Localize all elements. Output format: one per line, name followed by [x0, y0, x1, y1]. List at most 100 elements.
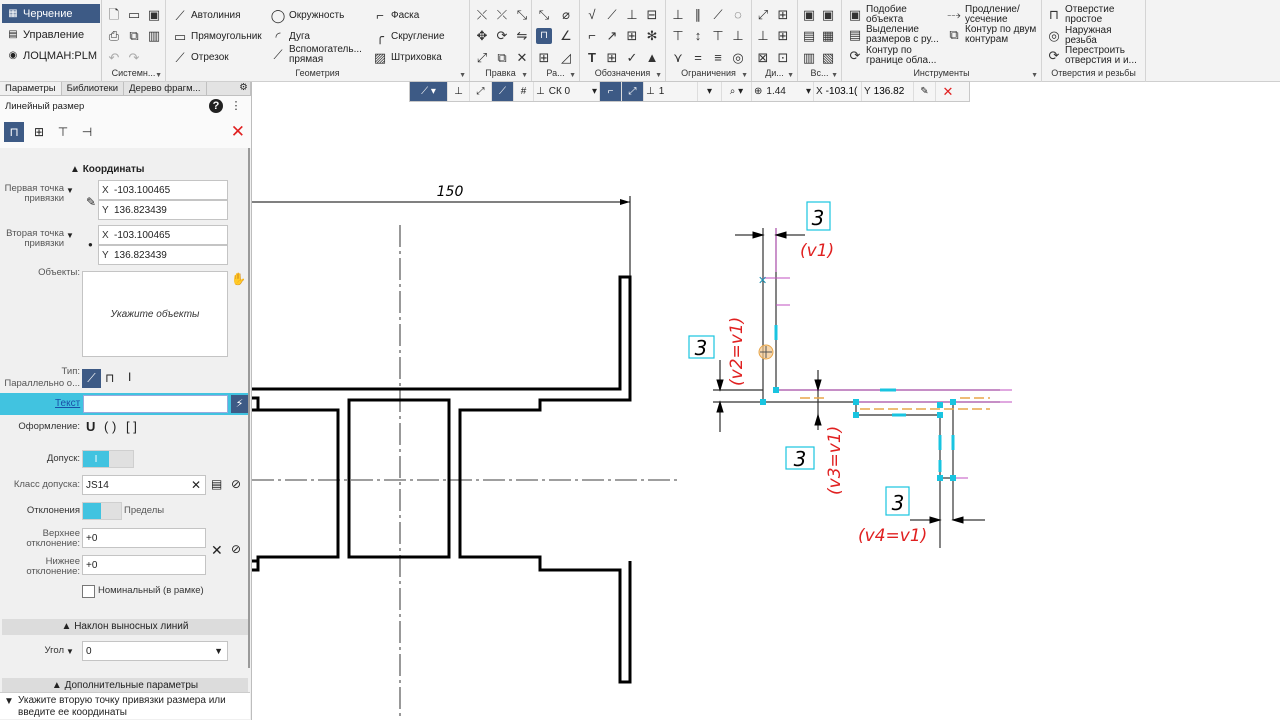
hide-button[interactable]: ⤢	[622, 82, 644, 101]
chevron-down-icon[interactable]: ▼	[66, 186, 74, 195]
diag-button-1[interactable]: ⤢	[755, 7, 771, 23]
paste-button[interactable]: ▥	[146, 28, 162, 44]
segment-button[interactable]: ⟋ Отрезок	[172, 50, 228, 66]
table-button[interactable]: ⊞	[624, 28, 640, 44]
point1-y-field[interactable]: Y 136.823439	[98, 200, 228, 220]
ortho-button[interactable]: ⊥	[448, 82, 470, 101]
mid-button[interactable]: ≡	[710, 50, 726, 66]
delete-button[interactable]: ✕	[514, 50, 530, 66]
section-line-button[interactable]: ⌐	[584, 28, 600, 44]
trim-button[interactable]: ⤬	[474, 7, 490, 23]
type-horizontal-button[interactable]: ⊓	[105, 371, 114, 385]
diag-button-2[interactable]: ⊞	[775, 7, 791, 23]
text-link[interactable]: Текст	[55, 398, 80, 409]
angle-select[interactable]: 0 ▼	[82, 641, 228, 661]
chevron-down-icon[interactable]: ▼	[741, 72, 748, 79]
rotate-button[interactable]: ⟳	[494, 28, 510, 44]
symbol-button[interactable]: ✻	[644, 28, 660, 44]
open-button[interactable]: ▭	[126, 7, 142, 23]
dim-angle-button[interactable]: ∠	[558, 28, 574, 44]
simple-hole-button[interactable]: ⊓ Отверстие простое	[1046, 5, 1144, 25]
text-input[interactable]	[83, 395, 228, 413]
size-label-1[interactable]: 3	[806, 201, 831, 231]
tangent-button[interactable]: ◌	[730, 7, 746, 23]
dim-linear-button[interactable]: ⊓	[536, 28, 552, 44]
horizontal-button[interactable]: ⊤	[670, 28, 686, 44]
symmetry-button[interactable]: ⊥	[730, 28, 746, 44]
objects-box[interactable]: Укажите объекты	[82, 271, 228, 357]
fix-button[interactable]: ⊥	[670, 7, 686, 23]
pin-icon[interactable]: ✎	[86, 195, 96, 209]
scale-button[interactable]: ⤢	[474, 50, 490, 66]
align-button[interactable]: ⊞	[604, 50, 620, 66]
perpendicular-button[interactable]: ⊤	[710, 28, 726, 44]
drawing-canvas[interactable]: 150 ✕ 3 3 3 3 (v1) (v2=v1) (v3=v1) (v4=v…	[252, 102, 1280, 720]
size-label-4[interactable]: 3	[885, 486, 910, 516]
chevron-down-icon[interactable]: ▼	[521, 72, 528, 79]
upper-deviation-field[interactable]: +0	[82, 528, 206, 548]
brackets-option[interactable]: ( )	[104, 419, 116, 434]
leader-button[interactable]: ⟋	[604, 7, 620, 23]
type-vertical-button[interactable]: I	[128, 370, 131, 384]
dimension-150[interactable]: 150	[252, 184, 631, 276]
linear-dimension-type-button[interactable]: ⊓	[4, 122, 24, 142]
boundary-contour-button[interactable]: ⟳ Контур по границе обла...	[847, 46, 943, 66]
local-snap-button[interactable]: ⤢	[470, 82, 492, 101]
lightning-icon[interactable]: ⚡	[231, 395, 248, 413]
dim-radius-button[interactable]: ◿	[558, 50, 574, 66]
copy-button[interactable]: ⧉	[126, 28, 142, 44]
snap-button[interactable]: ⟋ ▾	[410, 82, 448, 101]
undo-button[interactable]: ↶	[106, 50, 122, 66]
dimension-break-button[interactable]: ⊣	[77, 122, 97, 142]
x-coordinate-input[interactable]	[825, 86, 864, 97]
swap-icon[interactable]: ✕	[211, 542, 223, 559]
move-button[interactable]: ✥	[474, 28, 490, 44]
text-button[interactable]: T	[584, 50, 600, 66]
aux-line-button[interactable]: ⟋ Вспомогатель... прямая	[270, 45, 366, 65]
chevron-down-icon[interactable]: ▼	[569, 72, 576, 79]
base-button[interactable]: ⊥	[624, 7, 640, 23]
chevron-down-icon[interactable]: ▼	[831, 72, 838, 79]
tab-libraries[interactable]: Библиотеки	[62, 82, 125, 95]
layer-dropdown[interactable]: ▾	[698, 82, 722, 101]
chevron-down-icon[interactable]: ▼	[1031, 72, 1038, 79]
tolerance-frame-button[interactable]: ⊟	[644, 7, 660, 23]
new-file-button[interactable]: 🗋	[106, 7, 122, 23]
chevron-down-icon[interactable]: ▼	[66, 231, 74, 240]
chevron-down-icon[interactable]: ▼	[787, 72, 794, 79]
chevron-down-icon[interactable]: ▼	[66, 647, 74, 656]
collinear-button[interactable]: ⟋	[710, 7, 726, 23]
dim-select-button[interactable]: ▤ Выделение размеров с ру...	[847, 25, 943, 45]
two-contours-button[interactable]: ⧉ Контур по двум контурам	[946, 25, 1040, 45]
hatch-button[interactable]: ▨ Штриховка	[372, 50, 442, 66]
y-coordinate-input[interactable]	[873, 86, 912, 97]
cancel-button[interactable]: ✕	[936, 82, 960, 101]
fillet-button[interactable]: ╭ Скругление	[372, 29, 444, 45]
grid-button[interactable]: #	[514, 82, 534, 101]
save-button[interactable]: ▣	[146, 7, 162, 23]
rebuild-holes-button[interactable]: ⟳ Перестроить отверстия и и...	[1046, 46, 1144, 66]
eye-hidden-icon[interactable]: ⊘	[231, 477, 241, 491]
diag-button-3[interactable]: ⊥	[755, 28, 771, 44]
mode-manage[interactable]: ▤ Управление	[2, 25, 100, 44]
param-button[interactable]: ⟋	[492, 82, 514, 101]
help-icon[interactable]: ?	[209, 99, 223, 113]
diag-button-4[interactable]: ⊞	[775, 28, 791, 44]
tab-parameters[interactable]: Параметры	[0, 82, 62, 95]
pick-coords-button[interactable]: ✎	[914, 82, 936, 101]
rectangle-button[interactable]: ▭ Прямоугольник	[172, 29, 262, 45]
diag-button-5[interactable]: ⊠	[755, 50, 771, 66]
dimension-baseline-button[interactable]: ⊤	[53, 122, 73, 142]
nominal-checkbox[interactable]	[82, 585, 95, 598]
point2-y-field[interactable]: Y 136.823439	[98, 245, 228, 265]
tree-icon[interactable]: ⋮	[229, 99, 243, 113]
diag-button-6[interactable]: ⊡	[775, 50, 791, 66]
vs-button-3[interactable]: ▤	[801, 28, 817, 44]
extend-button[interactable]: ⤫	[494, 7, 510, 23]
circle-button[interactable]: ◯ Окружность	[270, 8, 345, 24]
zoom-window-button[interactable]: ⌕ ▾	[722, 82, 752, 101]
tab-fragment-tree[interactable]: Дерево фрагм...	[124, 82, 207, 95]
autoline-button[interactable]: ⟋ Автолиния	[172, 8, 240, 24]
coordinates-section[interactable]: ▲ Координаты	[0, 162, 250, 178]
parallel-button[interactable]: ∥	[690, 7, 706, 23]
